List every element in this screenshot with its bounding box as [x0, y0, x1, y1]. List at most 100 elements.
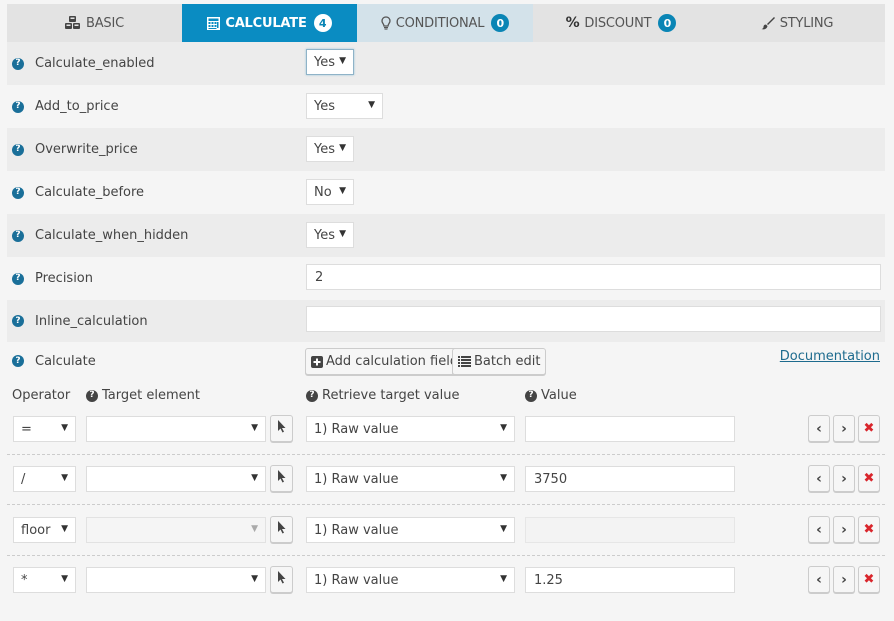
- help-icon[interactable]: ?: [525, 389, 537, 402]
- percent-icon: %: [565, 15, 580, 31]
- operator-select[interactable]: * ▼: [13, 567, 76, 593]
- precision-input[interactable]: 2: [306, 264, 881, 290]
- row-divider: [7, 504, 885, 505]
- delete-row-button[interactable]: ✖: [858, 465, 880, 492]
- column-label: Operator: [12, 388, 71, 403]
- tab-conditional[interactable]: CONDITIONAL 0: [357, 4, 533, 42]
- dropdown-arrow-icon: ▼: [368, 100, 375, 110]
- tab-discount[interactable]: % DISCOUNT 0: [533, 4, 709, 42]
- move-up-button[interactable]: ‹: [808, 566, 830, 593]
- value-input[interactable]: [525, 416, 735, 442]
- column-label: Value: [541, 388, 577, 403]
- delete-row-button[interactable]: ✖: [858, 415, 880, 442]
- move-down-button[interactable]: ›: [833, 465, 855, 492]
- batch-edit-button[interactable]: Batch edit: [452, 348, 547, 375]
- calculate-before-select[interactable]: No ▼: [306, 179, 354, 205]
- overwrite-price-select[interactable]: Yes ▼: [306, 136, 354, 162]
- calculate-when-hidden-select[interactable]: Yes ▼: [306, 222, 354, 248]
- help-icon[interactable]: ?: [12, 229, 24, 242]
- delete-row-button[interactable]: ✖: [858, 516, 880, 543]
- tab-basic[interactable]: BASIC: [7, 4, 182, 42]
- value-input[interactable]: 1.25: [525, 567, 735, 593]
- pick-element-button[interactable]: [270, 465, 293, 492]
- value-input[interactable]: 3750: [525, 466, 735, 492]
- setting-label: Calculate_when_hidden: [35, 228, 189, 243]
- pick-element-button[interactable]: [270, 516, 293, 543]
- close-icon: ✖: [863, 471, 875, 486]
- cursor-pointer-icon: [277, 571, 287, 588]
- dropdown-arrow-icon: ▼: [61, 423, 68, 433]
- retrieve-target-value-select[interactable]: 1) Raw value ▼: [306, 567, 515, 593]
- close-icon: ✖: [863, 522, 875, 537]
- dropdown-arrow-icon: ▼: [61, 524, 68, 534]
- operator-select[interactable]: / ▼: [13, 466, 76, 492]
- column-header-target-element: ? Target element: [86, 388, 200, 403]
- add-calculation-field-button[interactable]: Add calculation field: [305, 348, 465, 375]
- help-icon[interactable]: ?: [86, 389, 98, 402]
- help-icon[interactable]: ?: [12, 272, 24, 285]
- cursor-pointer-icon: [277, 521, 287, 538]
- target-element-select[interactable]: ▼: [86, 416, 266, 442]
- retrieve-target-value-select[interactable]: 1) Raw value ▼: [306, 416, 515, 442]
- select-value: Yes: [314, 227, 335, 243]
- setting-row-calculate-before: ? Calculate_before No ▼: [7, 171, 885, 214]
- list-icon: [458, 356, 471, 367]
- move-down-button[interactable]: ›: [833, 516, 855, 543]
- tab-label: STYLING: [779, 15, 834, 31]
- tab-label: CONDITIONAL: [395, 15, 485, 31]
- target-element-select[interactable]: ▼: [86, 466, 266, 492]
- tab-label: DISCOUNT: [584, 15, 652, 31]
- dropdown-arrow-icon: ▼: [251, 524, 258, 534]
- help-icon[interactable]: ?: [12, 186, 24, 199]
- operator-select[interactable]: floor ▼: [13, 517, 76, 543]
- move-down-button[interactable]: ›: [833, 566, 855, 593]
- cubes-icon: [65, 16, 81, 30]
- plus-square-icon: [311, 355, 323, 368]
- calculator-icon: [207, 16, 221, 30]
- help-icon[interactable]: ?: [12, 315, 24, 327]
- value-input[interactable]: [525, 517, 735, 543]
- select-value: =: [21, 421, 32, 437]
- inline-calculation-input[interactable]: [306, 306, 881, 332]
- chevron-left-icon: ‹: [816, 571, 822, 588]
- setting-row-overwrite-price: ? Overwrite_price Yes ▼: [7, 128, 885, 171]
- dropdown-arrow-icon: ▼: [500, 574, 507, 584]
- move-up-button[interactable]: ‹: [808, 465, 830, 492]
- target-element-select[interactable]: ▼: [86, 567, 266, 593]
- close-icon: ✖: [863, 572, 875, 587]
- move-down-button[interactable]: ›: [833, 415, 855, 442]
- operator-select[interactable]: = ▼: [13, 416, 76, 442]
- chevron-left-icon: ‹: [816, 420, 822, 437]
- pick-element-button[interactable]: [270, 566, 293, 593]
- help-icon[interactable]: ?: [306, 389, 318, 402]
- help-icon[interactable]: ?: [12, 57, 24, 70]
- retrieve-target-value-select[interactable]: 1) Raw value ▼: [306, 517, 515, 543]
- tab-calculate[interactable]: CALCULATE 4: [182, 4, 357, 42]
- cursor-pointer-icon: [277, 470, 287, 487]
- dropdown-arrow-icon: ▼: [251, 423, 258, 433]
- cursor-pointer-icon: [277, 420, 287, 437]
- column-header-value: ? Value: [525, 388, 577, 403]
- chevron-right-icon: ›: [841, 420, 847, 437]
- help-icon[interactable]: ?: [12, 100, 24, 113]
- dropdown-arrow-icon: ▼: [500, 423, 507, 433]
- dropdown-arrow-icon: ▼: [339, 186, 346, 196]
- chevron-left-icon: ‹: [816, 521, 822, 538]
- move-up-button[interactable]: ‹: [808, 516, 830, 543]
- column-header-operator: Operator: [12, 388, 70, 403]
- setting-label: Inline_calculation: [35, 313, 148, 329]
- help-icon[interactable]: ?: [12, 143, 24, 156]
- setting-label: Calculate_enabled: [35, 56, 155, 71]
- input-value: 2: [315, 269, 324, 285]
- select-value: /: [21, 471, 26, 487]
- move-up-button[interactable]: ‹: [808, 415, 830, 442]
- pick-element-button[interactable]: [270, 415, 293, 442]
- calculate-enabled-select[interactable]: Yes ▼: [306, 49, 354, 75]
- documentation-link[interactable]: Documentation: [780, 349, 880, 364]
- retrieve-target-value-select[interactable]: 1) Raw value ▼: [306, 466, 515, 492]
- add-to-price-select[interactable]: Yes ▼: [306, 93, 383, 119]
- target-element-select[interactable]: ▼: [86, 517, 266, 543]
- help-icon[interactable]: ?: [12, 355, 24, 367]
- tab-styling[interactable]: STYLING: [709, 4, 885, 42]
- delete-row-button[interactable]: ✖: [858, 566, 880, 593]
